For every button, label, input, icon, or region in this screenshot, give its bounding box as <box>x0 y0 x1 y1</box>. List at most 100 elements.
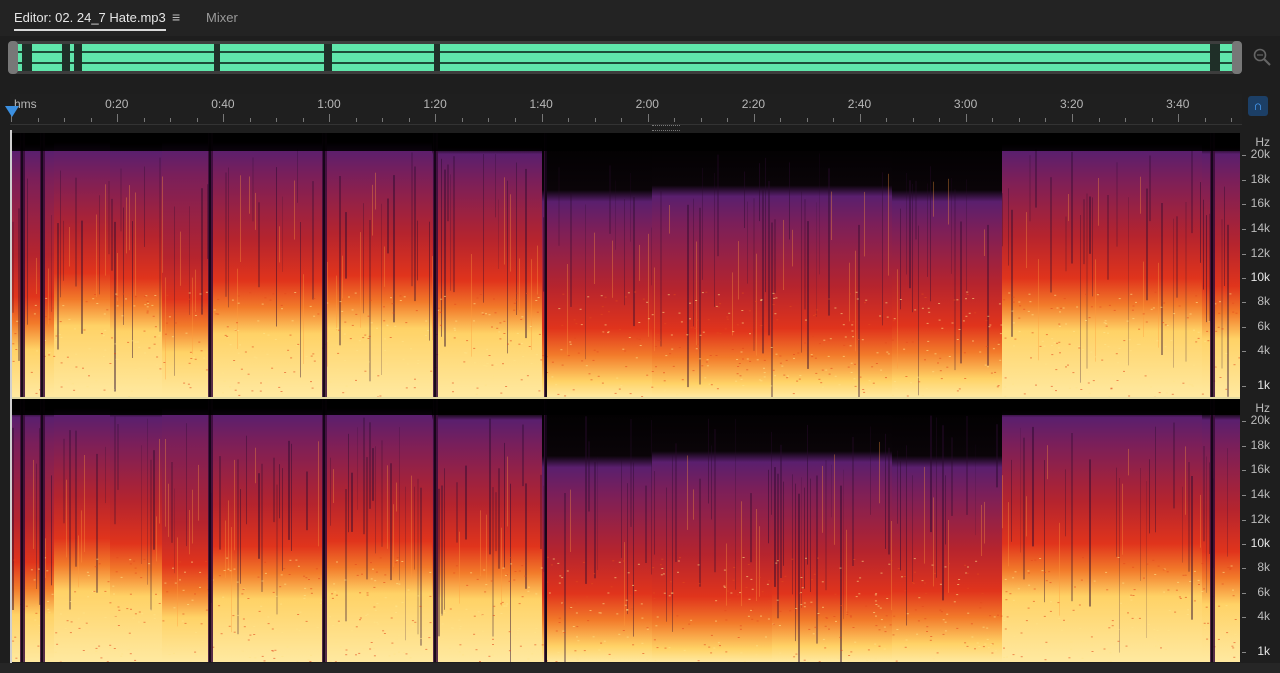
overview-waveform[interactable] <box>14 44 1234 71</box>
time-tick <box>302 118 304 122</box>
spectral-texture <box>755 654 758 656</box>
spectral-texture <box>1152 307 1155 309</box>
time-tick <box>621 118 623 122</box>
spectral-texture <box>443 611 446 613</box>
spectral-texture <box>776 560 779 562</box>
spectral-texture <box>1080 215 1081 383</box>
spectral-texture <box>1063 619 1065 621</box>
spectral-texture <box>1044 363 1047 365</box>
panel-resize-grip[interactable] <box>652 125 680 131</box>
spectral-texture <box>654 660 657 662</box>
spectral-texture <box>1120 602 1122 604</box>
spectral-texture <box>303 575 306 577</box>
overview-left-handle[interactable] <box>8 41 18 74</box>
editor-menu-icon[interactable]: ≡ <box>172 9 180 25</box>
spectral-texture <box>189 387 192 389</box>
spectral-texture <box>360 232 361 328</box>
spectral-texture <box>356 350 359 352</box>
spectral-texture <box>471 254 472 357</box>
spectral-texture <box>164 582 167 584</box>
spectral-texture <box>1122 582 1125 584</box>
spectral-texture <box>518 343 521 345</box>
spectral-texture <box>763 372 766 374</box>
spectral-texture <box>906 445 907 626</box>
spectral-texture <box>222 596 225 598</box>
spectral-texture <box>156 364 159 366</box>
spectral-texture <box>607 331 610 333</box>
spectral-texture <box>828 373 831 375</box>
spectral-texture <box>857 339 860 340</box>
spectral-texture <box>377 375 380 377</box>
spectral-texture <box>1189 581 1192 582</box>
spectral-texture <box>1012 322 1015 324</box>
spectral-texture <box>612 240 613 298</box>
time-ruler[interactable]: hms 0:20 0:40 1:00 1:20 1:40 2:00 2:20 2:40 3:00… <box>10 94 1242 125</box>
spectral-texture <box>18 208 20 361</box>
spectral-texture <box>204 561 207 562</box>
spectral-texture <box>634 590 637 592</box>
playhead-marker[interactable] <box>5 106 19 117</box>
spectral-texture <box>483 364 486 366</box>
spectral-texture <box>229 570 232 572</box>
spectral-texture <box>878 645 881 647</box>
spectral-texture <box>792 474 793 595</box>
waveform-overview[interactable] <box>8 41 1242 74</box>
overview-right-handle[interactable] <box>1232 41 1242 74</box>
spectral-texture <box>540 359 543 361</box>
spectral-texture <box>1013 345 1015 347</box>
spectral-texture <box>1002 475 1003 529</box>
tab-mixer[interactable]: Mixer <box>206 10 238 25</box>
spectral-texture <box>830 367 833 369</box>
spectral-texture <box>290 357 293 359</box>
spectral-texture <box>504 442 505 568</box>
spectral-texture <box>717 294 720 296</box>
spectral-texture <box>1238 357 1240 359</box>
spectral-texture <box>192 277 193 355</box>
spectral-texture <box>855 291 858 293</box>
spectral-texture <box>227 568 230 570</box>
spectral-texture <box>146 312 149 314</box>
spectral-texture <box>710 634 713 636</box>
spectral-texture <box>724 610 727 612</box>
spectral-texture <box>351 309 354 311</box>
spectral-texture <box>492 375 495 377</box>
spectral-texture <box>130 390 133 392</box>
spectral-texture <box>1113 309 1116 311</box>
spectral-texture <box>226 335 229 337</box>
spectral-texture <box>229 386 231 388</box>
spectral-texture <box>295 559 298 561</box>
spectral-texture <box>716 388 719 390</box>
spectral-texture <box>781 365 784 367</box>
spectral-texture <box>926 626 929 628</box>
tab-editor[interactable]: Editor: 02. 24_7 Hate.mp3 <box>14 10 166 31</box>
spectral-texture <box>342 255 343 299</box>
spectral-texture <box>749 333 751 335</box>
spectrogram-right-channel[interactable] <box>12 399 1240 662</box>
spectral-texture <box>84 623 87 625</box>
spectral-texture <box>572 389 575 391</box>
spectral-texture <box>1233 642 1236 644</box>
hz-tick <box>1242 652 1246 653</box>
spectral-texture <box>1204 627 1207 629</box>
spectral-texture <box>64 628 67 629</box>
magnet-icon[interactable]: ∩ <box>1248 96 1268 116</box>
spectral-texture <box>174 322 177 324</box>
spectral-texture <box>526 375 529 377</box>
spectral-texture <box>600 313 603 315</box>
spectral-texture <box>1002 193 1003 247</box>
spectral-texture <box>847 660 850 662</box>
spectral-texture <box>535 628 538 630</box>
spectral-texture <box>405 322 408 324</box>
spectrogram-left-channel[interactable] <box>12 133 1240 397</box>
spectral-texture <box>1218 605 1221 607</box>
spectral-texture <box>886 351 889 353</box>
spectral-texture <box>921 580 924 582</box>
spectral-texture <box>264 561 267 563</box>
spectral-texture <box>94 294 96 295</box>
zoom-icon[interactable] <box>1252 47 1272 67</box>
spectral-texture <box>744 171 745 228</box>
spectral-texture <box>815 372 818 374</box>
spectral-texture <box>709 355 712 356</box>
spectral-texture <box>535 354 538 356</box>
spectral-texture <box>128 632 131 634</box>
